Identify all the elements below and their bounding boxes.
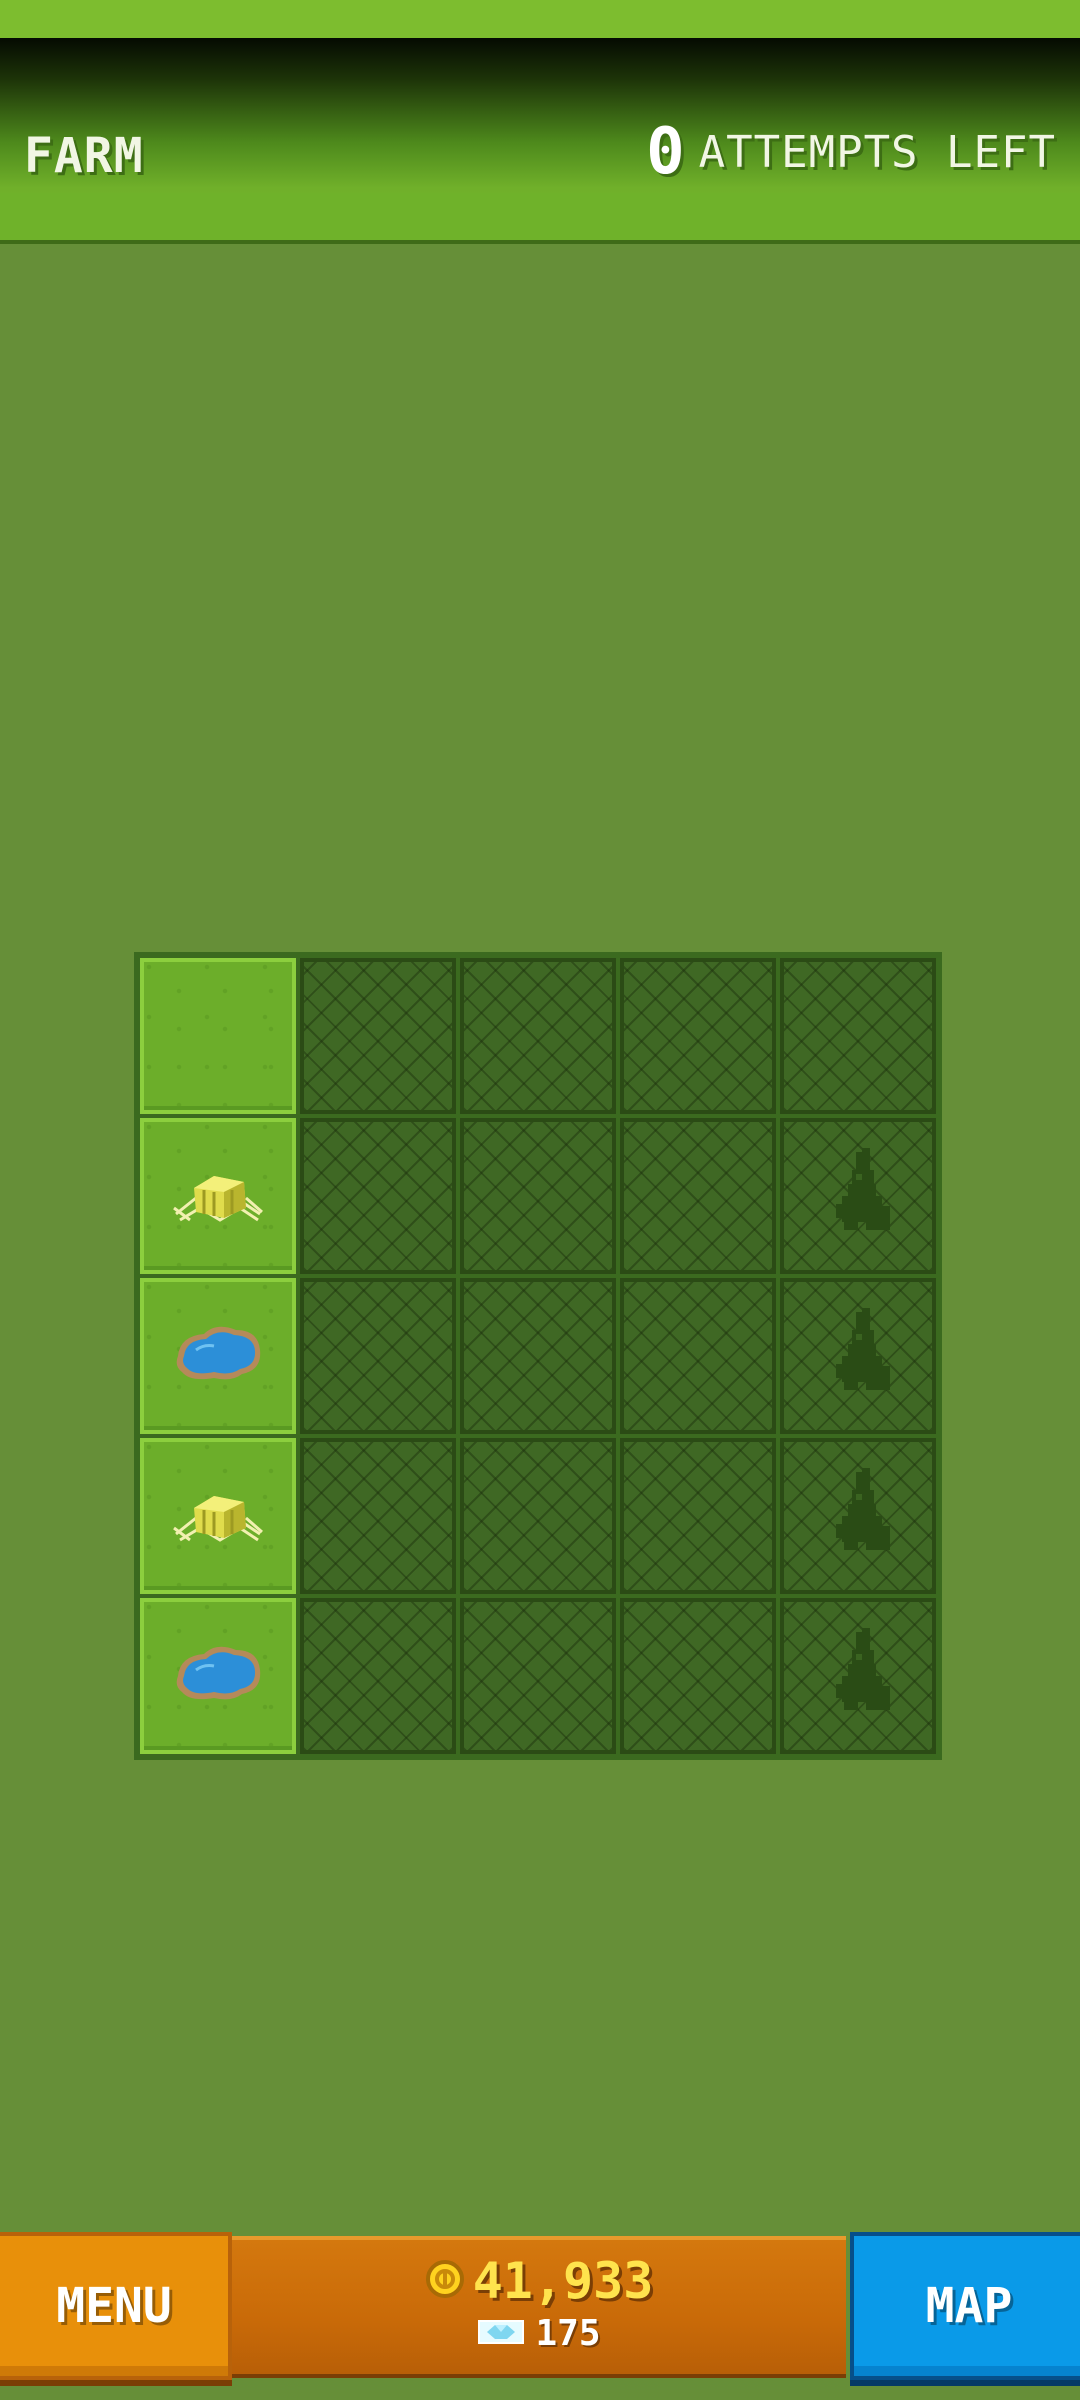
gem-icon — [477, 2317, 525, 2351]
covered-tile[interactable] — [300, 1438, 456, 1594]
map-button[interactable]: MAP — [850, 2232, 1080, 2380]
covered-tile[interactable] — [300, 958, 456, 1114]
rabbit-silhouette-icon — [818, 1626, 898, 1726]
game-board — [134, 952, 942, 1760]
covered-tile[interactable] — [460, 1278, 616, 1434]
hay-bale-icon — [170, 1154, 266, 1238]
coins-row: 41,933 — [232, 2256, 846, 2306]
covered-tile[interactable] — [620, 1118, 776, 1274]
pond-icon — [170, 1636, 266, 1716]
covered-tile-rabbit[interactable] — [780, 1598, 936, 1754]
covered-tile[interactable] — [460, 1118, 616, 1274]
status-bar — [0, 0, 1080, 38]
tile-grid — [140, 958, 936, 1754]
covered-tile[interactable] — [460, 958, 616, 1114]
grass-tile[interactable] — [140, 1598, 296, 1754]
covered-tile[interactable] — [620, 1438, 776, 1594]
map-button-label: MAP — [925, 2278, 1013, 2334]
covered-tile[interactable] — [460, 1438, 616, 1594]
covered-tile-rabbit[interactable] — [780, 1118, 936, 1274]
rabbit-silhouette-icon — [818, 1146, 898, 1246]
covered-tile[interactable] — [300, 1278, 456, 1434]
currency-panel: 41,933 175 — [232, 2236, 846, 2378]
grass-tile[interactable] — [140, 1118, 296, 1274]
bottom-bar: MENU 41,933 175 MAP — [0, 2232, 1080, 2400]
covered-tile[interactable] — [300, 1118, 456, 1274]
rabbit-silhouette-icon — [818, 1306, 898, 1406]
covered-tile[interactable] — [460, 1598, 616, 1754]
coin-icon — [425, 2259, 465, 2303]
covered-tile-rabbit[interactable] — [780, 1438, 936, 1594]
level-title: FARM — [24, 128, 144, 184]
covered-tile[interactable] — [300, 1598, 456, 1754]
attempts-label: ATTEMPTS LEFT — [698, 126, 1056, 178]
grass-tile[interactable] — [140, 1438, 296, 1594]
covered-tile[interactable] — [620, 1598, 776, 1754]
coin-count: 41,933 — [472, 2252, 654, 2310]
covered-tile[interactable] — [620, 1278, 776, 1434]
menu-button-label: MENU — [56, 2278, 172, 2334]
hay-bale-icon — [170, 1474, 266, 1558]
gem-count: 175 — [535, 2313, 601, 2354]
menu-button[interactable]: MENU — [0, 2232, 232, 2380]
grass-tile[interactable] — [140, 958, 296, 1114]
rabbit-silhouette-icon — [818, 1466, 898, 1566]
covered-tile[interactable] — [620, 958, 776, 1114]
grass-tile[interactable] — [140, 1278, 296, 1434]
covered-tile-rabbit[interactable] — [780, 1278, 936, 1434]
attempts-indicator: 0 ATTEMPTS LEFT — [646, 115, 1056, 189]
covered-tile[interactable] — [780, 958, 936, 1114]
gems-row: 175 — [232, 2316, 846, 2352]
attempts-count: 0 — [646, 115, 685, 189]
pond-icon — [170, 1316, 266, 1396]
